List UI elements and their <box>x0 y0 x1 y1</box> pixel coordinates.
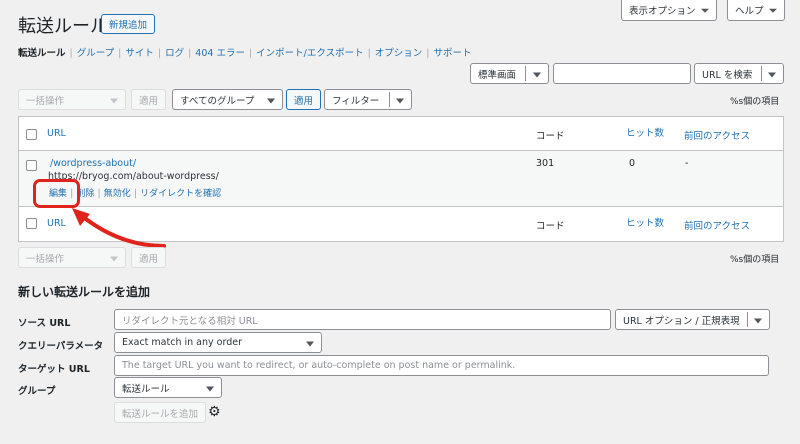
screen-options-button[interactable]: 表示オプション <box>621 0 717 21</box>
select-separator <box>389 92 390 107</box>
chevron-down-icon <box>533 72 541 77</box>
group-filter-select[interactable]: すべてのグループ <box>172 89 283 110</box>
select-separator <box>525 66 526 81</box>
search-button[interactable]: URL を検索 <box>694 63 784 84</box>
check-redirect-action[interactable]: リダイレクトを確認 <box>140 189 221 199</box>
nav-item-support[interactable]: サポート <box>434 48 472 59</box>
bulk-action-value-bottom: 一括操作 <box>26 253 65 265</box>
last-access-value: - <box>685 158 689 169</box>
column-url[interactable]: URL <box>47 128 66 139</box>
column-code-footer: コード <box>536 221 565 232</box>
nav-item-options[interactable]: オプション <box>375 48 423 59</box>
page-title: 転送ルール <box>18 16 108 37</box>
url-options-value: URL オプション / 正規表現 <box>623 315 740 327</box>
table-header: URL コード ヒット数 前回のアクセス <box>19 117 783 151</box>
nav-item-sites[interactable]: サイト <box>125 48 154 59</box>
select-all-checkbox[interactable] <box>26 129 37 140</box>
view-select-value: 標準画面 <box>478 69 517 81</box>
chevron-down-icon <box>306 341 314 346</box>
help-label: ヘルプ <box>735 6 764 17</box>
bulk-action-select[interactable]: 一括操作 <box>18 89 126 110</box>
nav-item-redirects[interactable]: 転送ルール <box>18 48 66 59</box>
source-url-label: ソース URL <box>18 318 71 329</box>
hits-value: 0 <box>629 158 636 169</box>
add-redirect-heading: 新しい転送ルールを追加 <box>18 285 151 299</box>
chevron-down-icon <box>768 72 776 77</box>
search-button-label: URL を検索 <box>702 69 753 81</box>
column-last-access-footer[interactable]: 前回のアクセス <box>684 218 750 232</box>
items-count: %s個の項目 <box>730 97 780 107</box>
target-url-input[interactable]: The target URL you want to redirect, or … <box>114 355 769 376</box>
query-params-select[interactable]: Exact match in any order <box>114 332 322 353</box>
source-url-input[interactable]: リダイレクト元となる相対 URL <box>114 309 611 330</box>
column-hits[interactable]: ヒット数 <box>626 125 664 139</box>
nav-item-import-export[interactable]: インポート/エクスポート <box>256 48 363 59</box>
group-select-value: 転送ルール <box>122 383 170 395</box>
column-code: コード <box>536 131 565 142</box>
row-checkbox[interactable] <box>26 160 37 171</box>
nav-item-404[interactable]: 404 エラー <box>195 48 245 59</box>
select-separator <box>747 312 748 327</box>
screen-options-label: 表示オプション <box>629 6 696 17</box>
apply-button-bottom[interactable]: 適用 <box>131 247 167 268</box>
filter-value: フィルター <box>332 95 380 107</box>
apply-button[interactable]: 適用 <box>131 89 167 110</box>
items-count-bottom: %s個の項目 <box>730 255 780 265</box>
bulk-action-value: 一括操作 <box>26 95 65 107</box>
chevron-down-icon <box>267 98 275 103</box>
nav-item-logs[interactable]: ログ <box>165 48 184 59</box>
group-filter-value: すべてのグループ <box>180 95 255 107</box>
help-button[interactable]: ヘルプ <box>727 0 785 21</box>
chevron-down-icon <box>754 318 762 323</box>
filter-select[interactable]: フィルター <box>324 89 412 110</box>
table-row: /wordpress-about/ https://bryog.com/abou… <box>19 151 783 207</box>
add-new-button[interactable]: 新規追加 <box>101 14 156 34</box>
view-select[interactable]: 標準画面 <box>470 63 549 84</box>
url-options-select[interactable]: URL オプション / 正規表現 <box>615 309 770 330</box>
bulk-action-select-bottom[interactable]: 一括操作 <box>18 247 126 268</box>
chevron-down-icon <box>110 256 118 261</box>
nav-item-groups[interactable]: グループ <box>77 48 114 59</box>
select-separator <box>761 66 762 81</box>
chevron-down-icon <box>768 8 777 13</box>
column-hits-footer[interactable]: ヒット数 <box>626 215 664 229</box>
source-url-link[interactable]: /wordpress-about/ <box>50 158 136 169</box>
query-params-label: クエリーパラメータ <box>18 341 104 352</box>
apply-group-button[interactable]: 適用 <box>286 89 322 110</box>
subnav: 転送ルール | グループ | サイト | ログ | 404 エラー | インポート/エクスポート | オ… <box>18 48 472 59</box>
column-last-access[interactable]: 前回のアクセス <box>684 128 750 142</box>
code-value: 301 <box>536 158 555 169</box>
chevron-down-icon <box>110 98 118 103</box>
group-label: グループ <box>18 386 56 397</box>
chevron-down-icon <box>206 386 214 391</box>
chevron-down-icon <box>700 8 709 13</box>
add-redirect-button[interactable]: 転送ルールを追加 <box>114 402 207 423</box>
target-url-label: ターゲット URL <box>18 364 90 375</box>
chevron-down-icon <box>396 98 404 103</box>
search-input[interactable] <box>553 63 691 84</box>
disable-action[interactable]: 無効化 <box>104 189 131 199</box>
query-params-value: Exact match in any order <box>122 337 242 348</box>
group-select[interactable]: 転送ルール <box>114 377 222 398</box>
select-all-checkbox-footer[interactable] <box>26 218 37 229</box>
gear-icon[interactable]: ⚙ <box>208 403 221 421</box>
